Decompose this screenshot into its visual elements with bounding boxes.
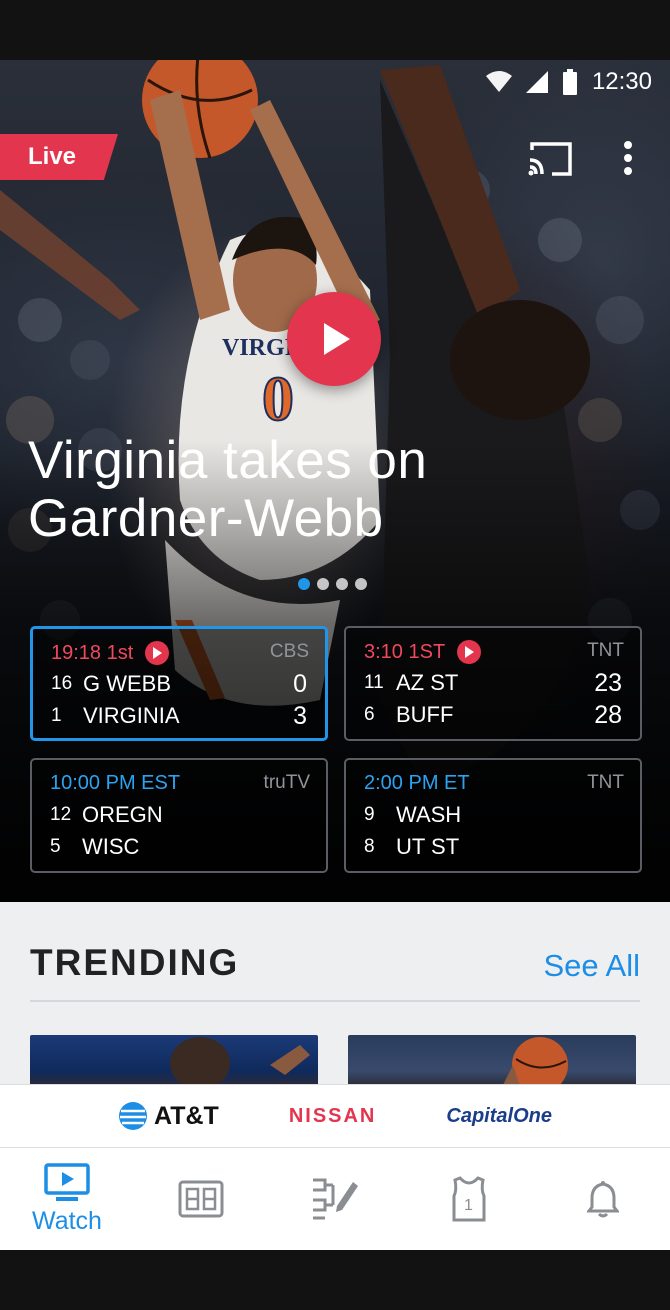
team-seed: 9 (364, 804, 375, 825)
top-bezel (0, 0, 670, 60)
team-row: 6 BUFF 28 (364, 700, 622, 730)
nav-team[interactable]: 1 (402, 1148, 536, 1250)
nav-watch[interactable]: Watch (0, 1148, 134, 1250)
network-label: TNT (587, 640, 624, 661)
team-name: BUFF (396, 702, 454, 727)
network-label: TNT (587, 772, 624, 793)
cast-icon[interactable] (528, 140, 574, 178)
hero-headline[interactable]: Virginia takes on Gardner-Webb (28, 432, 588, 548)
game-card[interactable]: 10:00 PM EST truTV 12 OREGN 5 WISC (30, 758, 328, 873)
divider (30, 1000, 640, 1002)
team-name: AZ ST (396, 670, 459, 695)
team-seed: 12 (50, 804, 72, 825)
live-label: Live (28, 143, 77, 170)
section-title: TRENDING (30, 942, 240, 983)
att-logo: AT&T (118, 1101, 219, 1131)
game-status: 2:00 PM ET (364, 772, 470, 795)
signal-icon (525, 71, 548, 93)
thumbnail-image (170, 1037, 310, 1084)
team-score: 28 (594, 700, 622, 729)
team-row: 5 WISC (50, 832, 308, 862)
team-name: OREGN (82, 802, 163, 827)
nissan-logo: NISSAN (288, 1104, 377, 1127)
game-card[interactable]: 19:18 1st CBS 16 G WEBB 0 1 VIRGINIA 3 (30, 626, 328, 741)
att-text: AT&T (154, 1101, 219, 1130)
nav-watch-label: Watch (32, 1206, 102, 1235)
game-status: 19:18 1st (51, 641, 170, 665)
jersey-icon: 1 (452, 1176, 486, 1222)
play-button[interactable] (287, 292, 381, 386)
trending-section: TRENDING See All (0, 902, 670, 1084)
team-seed: 6 (364, 704, 375, 725)
svg-text:0: 0 (262, 363, 294, 434)
trending-thumbnail[interactable] (30, 1035, 318, 1084)
svg-text:1: 1 (464, 1197, 473, 1214)
scores-icon (178, 1180, 224, 1218)
carousel-dot[interactable] (355, 578, 367, 590)
game-status: 10:00 PM EST (50, 772, 180, 795)
bottom-bezel (0, 1250, 670, 1310)
game-time: 10:00 PM EST (50, 772, 181, 794)
thumbnail-image (503, 1037, 568, 1084)
team-row: 1 VIRGINIA 3 (51, 701, 307, 731)
bottom-navigation: Watch 1 (0, 1148, 670, 1250)
team-name: G WEBB (83, 671, 172, 696)
team-score: 3 (293, 701, 307, 730)
nav-scores[interactable] (134, 1148, 268, 1250)
team-seed: 5 (50, 836, 61, 857)
network-label: CBS (269, 641, 309, 662)
team-row: 11 AZ ST 23 (364, 668, 622, 698)
game-status: 3:10 1ST (364, 640, 482, 664)
team-seed: 11 (364, 672, 384, 693)
team-seed: 1 (51, 705, 62, 726)
svg-text:VIRGI: VIRGI (222, 335, 294, 361)
game-time: 2:00 PM ET (364, 772, 470, 794)
nav-bracket[interactable] (268, 1148, 402, 1250)
team-name: WASH (396, 802, 462, 827)
game-clock: 19:18 1st (51, 641, 134, 664)
team-score: 23 (594, 668, 622, 697)
game-clock: 3:10 1ST (364, 640, 446, 663)
team-row: 9 WASH (364, 800, 622, 830)
live-play-icon (145, 641, 170, 665)
watch-icon (44, 1162, 90, 1201)
bracket-icon (313, 1178, 358, 1220)
capital-one-logo: CapitalOne (446, 1104, 552, 1127)
team-row: 16 G WEBB 0 (51, 669, 307, 699)
team-name: UT ST (396, 834, 460, 859)
trending-thumbnail[interactable] (348, 1035, 636, 1084)
team-name: VIRGINIA (83, 703, 180, 728)
team-seed: 16 (51, 673, 73, 694)
headline-line-1: Virginia takes on (28, 431, 428, 490)
game-card[interactable]: 2:00 PM ET TNT 9 WASH 8 UT ST (344, 758, 642, 873)
more-vert-icon[interactable] (616, 140, 640, 176)
carousel-dot[interactable] (336, 578, 348, 590)
live-play-icon (457, 640, 482, 664)
headline-line-2: Gardner-Webb (28, 489, 384, 548)
sponsor-bar: AT&T NISSAN CapitalOne (0, 1084, 670, 1148)
network-label: truTV (263, 772, 310, 793)
team-seed: 8 (364, 836, 375, 857)
bell-icon (587, 1181, 619, 1218)
att-globe-icon (119, 1102, 148, 1130)
nav-notifications[interactable] (536, 1148, 670, 1250)
game-card[interactable]: 3:10 1ST TNT 11 AZ ST 23 6 BUFF 28 (344, 626, 642, 741)
clock: 12:30 (591, 68, 652, 95)
carousel-dot[interactable] (317, 578, 329, 590)
see-all-link[interactable]: See All (543, 948, 640, 984)
wifi-icon (485, 71, 512, 92)
team-score: 0 (293, 669, 307, 698)
live-badge: Live (0, 134, 118, 180)
battery-icon (562, 69, 577, 95)
carousel-dots (298, 578, 367, 590)
carousel-dot[interactable] (298, 578, 310, 590)
status-bar: 12:30 (485, 60, 670, 104)
team-name: WISC (82, 834, 140, 859)
team-row: 12 OREGN (50, 800, 308, 830)
play-icon (324, 323, 350, 355)
team-row: 8 UT ST (364, 832, 622, 862)
